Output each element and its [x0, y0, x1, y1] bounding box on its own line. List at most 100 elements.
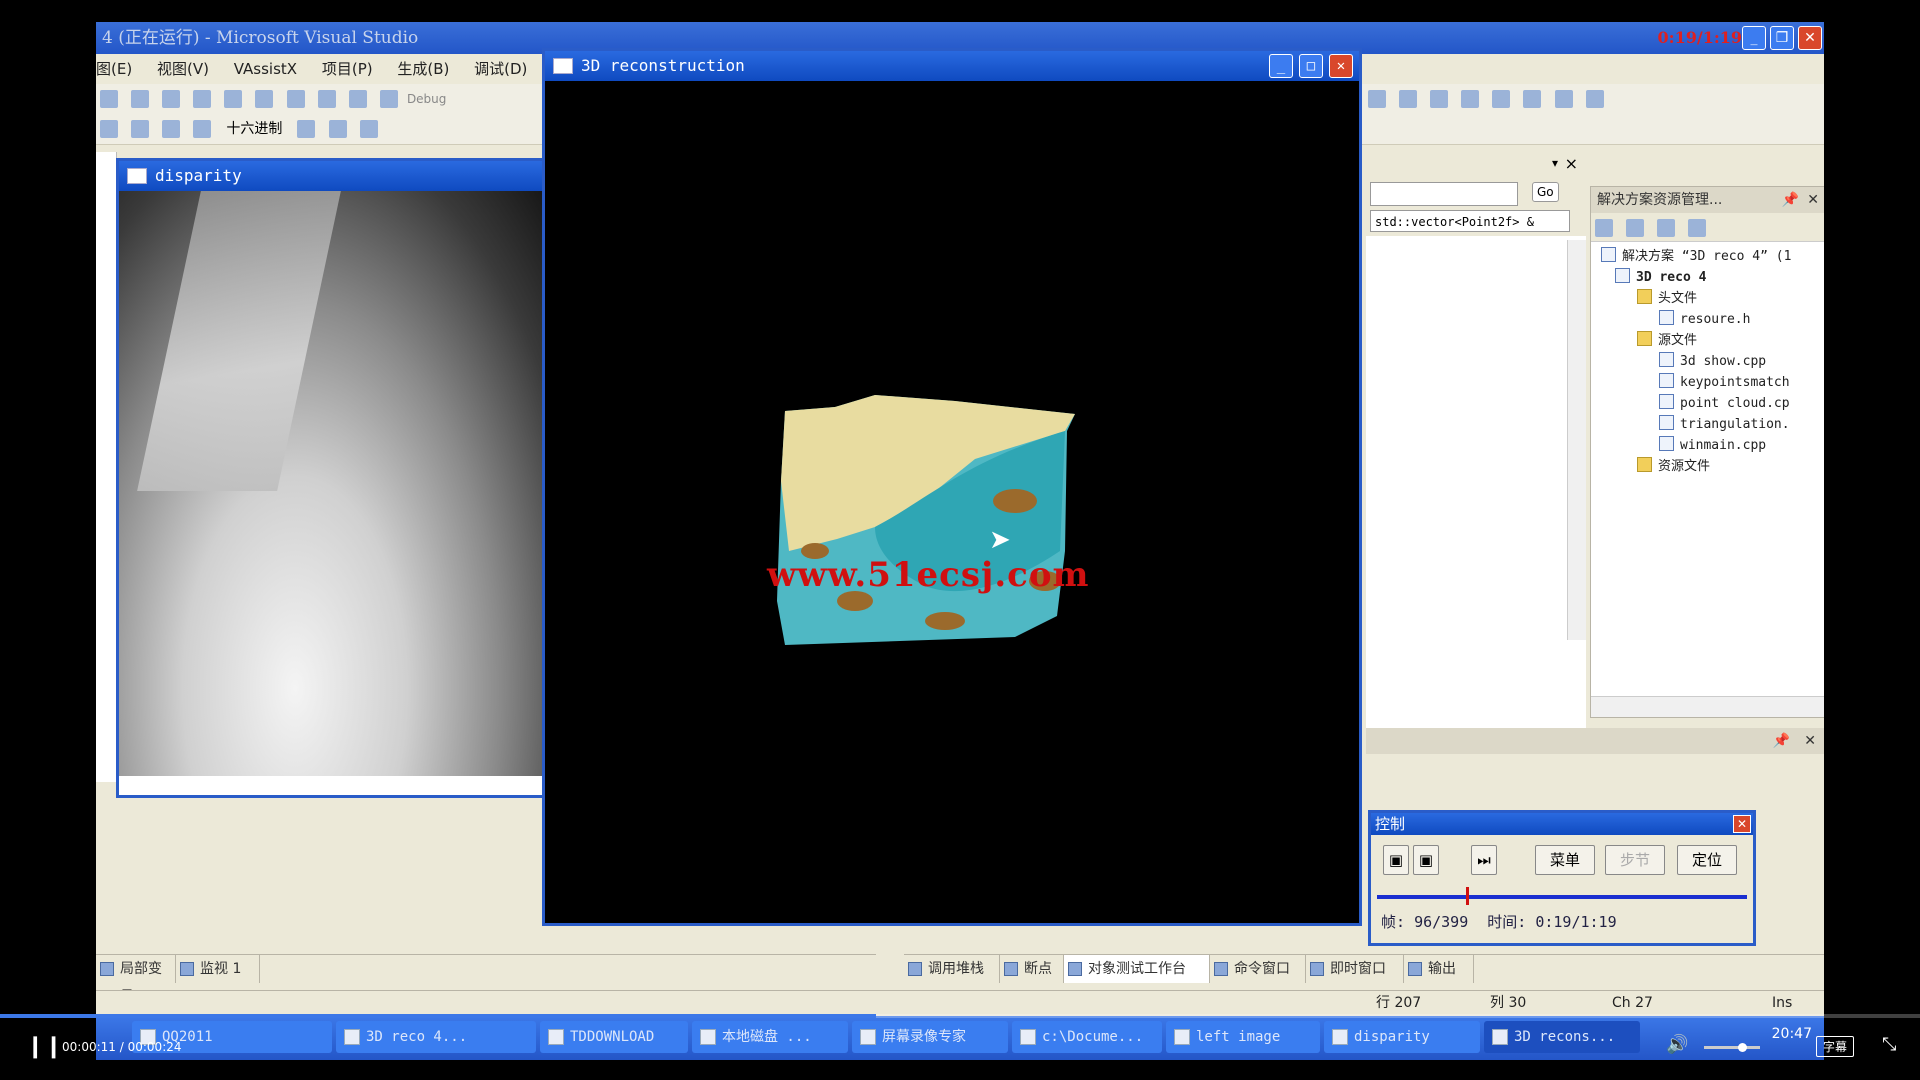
reconstruction-window[interactable]: 3D reconstruction _ □ ✕ www.51ecsj.com ➤	[542, 48, 1362, 926]
paste-icon[interactable]	[255, 90, 274, 108]
volume-slider[interactable]	[1704, 1043, 1760, 1052]
tree-item-header-files[interactable]: 头文件	[1601, 288, 1824, 309]
save-all-icon[interactable]	[162, 90, 181, 108]
tree-item-3d-show[interactable]: 3d show.cpp	[1601, 351, 1824, 372]
menu-build[interactable]: 生成(B)	[397, 60, 449, 78]
vs-restore-button[interactable]: ❐	[1770, 26, 1794, 50]
folder-icon	[1637, 331, 1652, 346]
close-button[interactable]: ✕	[1733, 815, 1751, 833]
toolbar-icon-f[interactable]	[1523, 90, 1542, 108]
tab-output[interactable]: 输出	[1404, 955, 1474, 983]
disparity-window[interactable]: disparity	[116, 158, 562, 798]
status-bar: 行 207 列 30 Ch 27 Ins	[96, 990, 1824, 1015]
toolbar-icon-a[interactable]	[1368, 90, 1386, 108]
tab-immediate-window[interactable]: 即时窗口	[1306, 955, 1404, 983]
pointer-icon[interactable]	[359, 120, 378, 138]
close-icon[interactable]: ×	[1565, 154, 1578, 173]
step-out-icon[interactable]	[193, 120, 212, 138]
breakpoint-icon[interactable]	[297, 120, 316, 138]
tab-call-stack[interactable]: 调用堆栈	[904, 955, 1000, 983]
subtitle-button[interactable]: 字幕	[1816, 1036, 1855, 1057]
tab-watch[interactable]: 监视 1	[176, 955, 260, 983]
slider-thumb[interactable]	[1465, 887, 1469, 905]
tab-object-test-bench[interactable]: 对象测试工作台	[1064, 955, 1210, 983]
disparity-title-bar[interactable]: disparity	[119, 161, 559, 191]
control-slider[interactable]	[1371, 885, 1753, 911]
scope-combo[interactable]	[1370, 182, 1518, 206]
tree-item-resoure-h[interactable]: resoure.h	[1601, 309, 1824, 330]
go-button[interactable]: Go	[1532, 182, 1559, 202]
pause-icon[interactable]: ▣	[1413, 845, 1439, 875]
horizontal-scrollbar[interactable]	[1591, 696, 1824, 717]
navigate-icon[interactable]	[348, 90, 367, 108]
properties-icon[interactable]	[1595, 219, 1613, 237]
player-progress-track[interactable]	[0, 1014, 1920, 1018]
opengl-canvas[interactable]: www.51ecsj.com ➤	[545, 81, 1359, 923]
toolbar-icon-c[interactable]	[1430, 90, 1449, 108]
menu-edit[interactable]: 图(E)	[96, 60, 132, 78]
menu-project[interactable]: 项目(P)	[322, 60, 373, 78]
show-all-files-icon[interactable]	[1626, 219, 1645, 237]
tree-item-solution[interactable]: 解决方案 “3D reco 4” (1	[1601, 246, 1824, 267]
tree-item-winmain[interactable]: winmain.cpp	[1601, 435, 1824, 456]
tab-command-window[interactable]: 命令窗口	[1210, 955, 1306, 983]
maximize-button[interactable]: □	[1299, 54, 1323, 78]
window-icon	[127, 168, 147, 184]
step-over-icon[interactable]	[162, 120, 181, 138]
tree-item-resource-files[interactable]: 资源文件	[1601, 456, 1824, 477]
lower-panel-header: 📌 ✕	[1366, 728, 1824, 754]
cut-icon[interactable]	[193, 90, 212, 108]
volume-thumb[interactable]	[1738, 1043, 1747, 1052]
save-icon[interactable]	[131, 90, 150, 108]
menu-button[interactable]: 菜单	[1535, 845, 1595, 875]
pin-icon[interactable]: 📌	[1782, 187, 1799, 213]
tab-locals[interactable]: 局部变量	[96, 955, 176, 1005]
pause-icon[interactable]: ❙❙	[26, 1034, 63, 1059]
tree-item-keypointsmatch[interactable]: keypointsmatch	[1601, 372, 1824, 393]
close-button[interactable]: ✕	[1329, 54, 1353, 78]
tree-label: point cloud.cp	[1680, 396, 1790, 411]
redo-icon[interactable]	[317, 90, 336, 108]
member-combo[interactable]: std::vector<Point2f> &	[1370, 210, 1570, 232]
minimize-button[interactable]: _	[1269, 54, 1293, 78]
stop-icon[interactable]: ▣	[1383, 845, 1409, 875]
toolbar-icon-b[interactable]	[1399, 90, 1418, 108]
toolbar-icon-e[interactable]	[1492, 90, 1511, 108]
tree-item-triangulation[interactable]: triangulation.	[1601, 414, 1824, 435]
tree-item-point-cloud[interactable]: point cloud.cp	[1601, 393, 1824, 414]
vs-close-button[interactable]: ✕	[1798, 26, 1822, 50]
vs-minimize-button[interactable]: _	[1742, 26, 1766, 50]
pin-icon[interactable]: 📌	[1773, 728, 1790, 754]
open-icon[interactable]	[100, 90, 118, 108]
tree-item-project[interactable]: 3D reco 4	[1601, 267, 1824, 288]
hex-toggle[interactable]: 十六进制	[226, 114, 282, 144]
locate-button[interactable]: 定位	[1677, 845, 1737, 875]
volume-icon[interactable]: 🔊	[1666, 1034, 1688, 1055]
next-icon[interactable]: ⏭	[1471, 845, 1497, 875]
refresh-icon[interactable]	[1657, 219, 1676, 237]
config-combo[interactable]: Debug	[407, 84, 446, 114]
exit-fullscreen-icon[interactable]: ⤡	[1882, 1034, 1896, 1055]
close-icon[interactable]: ✕	[1807, 187, 1819, 213]
toolbar-icon-g[interactable]	[1554, 90, 1573, 108]
menu-view[interactable]: 视图(V)	[157, 60, 209, 78]
copy-icon[interactable]	[224, 90, 243, 108]
step-button[interactable]: 步节	[1605, 845, 1665, 875]
window-icon[interactable]	[328, 120, 347, 138]
step-into-icon[interactable]	[131, 120, 150, 138]
editor-scrollbar[interactable]	[1567, 240, 1586, 640]
start-icon[interactable]	[379, 90, 398, 108]
tree-item-source-files[interactable]: 源文件	[1601, 330, 1824, 351]
menu-debug[interactable]: 调试(D)	[474, 60, 527, 78]
reconstruction-title-bar[interactable]: 3D reconstruction _ □ ✕	[545, 51, 1359, 81]
view-class-icon[interactable]	[1688, 219, 1707, 237]
tree-label: 头文件	[1658, 291, 1698, 306]
tab-breakpoints[interactable]: 断点	[1000, 955, 1064, 983]
menu-vassistx[interactable]: VAssistX	[234, 60, 297, 78]
toolbar-icon-h[interactable]	[1585, 90, 1604, 108]
step-icon[interactable]	[100, 120, 118, 138]
toolbar-icon-d[interactable]	[1461, 90, 1480, 108]
undo-icon[interactable]	[286, 90, 305, 108]
close-icon[interactable]: ✕	[1804, 728, 1816, 754]
dropdown-icon[interactable]: ▾	[1552, 156, 1558, 170]
